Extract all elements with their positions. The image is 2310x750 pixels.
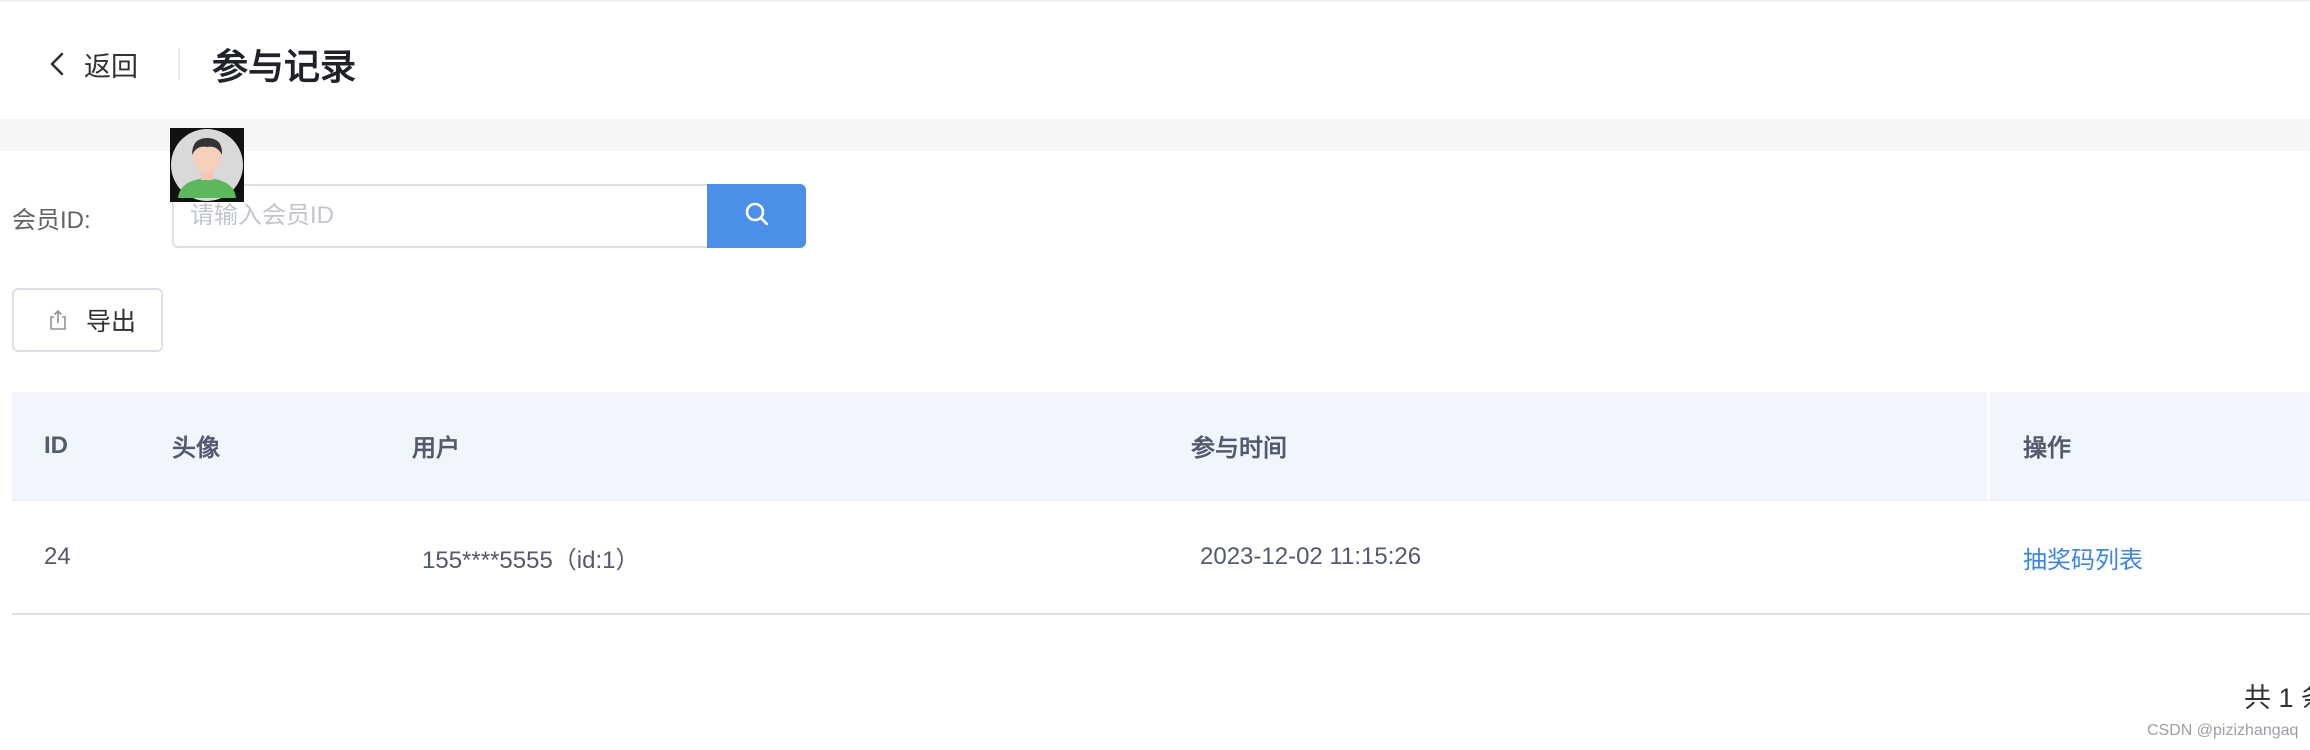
table-row: 24 155****5555（id:1） 2023-12-02 11:15:26… bbox=[12, 501, 2310, 615]
lottery-code-list-link[interactable]: 抽奖码列表 bbox=[2023, 540, 2143, 575]
member-id-label: 会员ID: bbox=[12, 207, 91, 234]
table-header: ID 头像 用户 参与时间 操作 bbox=[12, 392, 2310, 501]
column-header-time: 参与时间 bbox=[1191, 435, 1287, 462]
member-id-input[interactable] bbox=[174, 186, 707, 246]
page-title: 参与记录 bbox=[212, 46, 357, 87]
records-table: ID 头像 用户 参与时间 操作 24 155****5555（id:1） 20… bbox=[12, 392, 2310, 615]
user-avatar bbox=[170, 128, 244, 202]
export-icon bbox=[46, 308, 70, 332]
column-header-id: ID bbox=[44, 431, 68, 459]
column-header-action: 操作 bbox=[2023, 435, 2071, 462]
search-icon bbox=[743, 200, 771, 233]
search-button[interactable] bbox=[707, 184, 806, 248]
cell-id: 24 bbox=[44, 543, 71, 570]
cell-action: 抽奖码列表 bbox=[2023, 501, 2143, 613]
back-label: 返回 bbox=[84, 51, 138, 82]
back-button[interactable]: 返回 bbox=[44, 42, 138, 86]
column-header-avatar: 头像 bbox=[172, 435, 220, 462]
member-id-field bbox=[172, 184, 707, 248]
watermark: CSDN @pizizhangaq bbox=[2147, 722, 2299, 739]
chevron-left-icon bbox=[44, 50, 72, 78]
section-separator bbox=[0, 119, 2310, 151]
column-header-user: 用户 bbox=[412, 435, 460, 462]
export-label: 导出 bbox=[86, 308, 137, 336]
page-header: 返回 参与记录 bbox=[0, 2, 2310, 119]
cell-time: 2023-12-02 11:15:26 bbox=[1200, 543, 1422, 570]
cell-user: 155****5555（id:1） bbox=[422, 546, 640, 574]
table-body: 24 155****5555（id:1） 2023-12-02 11:15:26… bbox=[12, 501, 2310, 615]
export-button[interactable]: 导出 bbox=[12, 288, 163, 352]
header-divider bbox=[178, 48, 180, 80]
pagination-total: 共 1 条 bbox=[2244, 683, 2310, 713]
fixed-column-divider bbox=[1987, 392, 1990, 500]
